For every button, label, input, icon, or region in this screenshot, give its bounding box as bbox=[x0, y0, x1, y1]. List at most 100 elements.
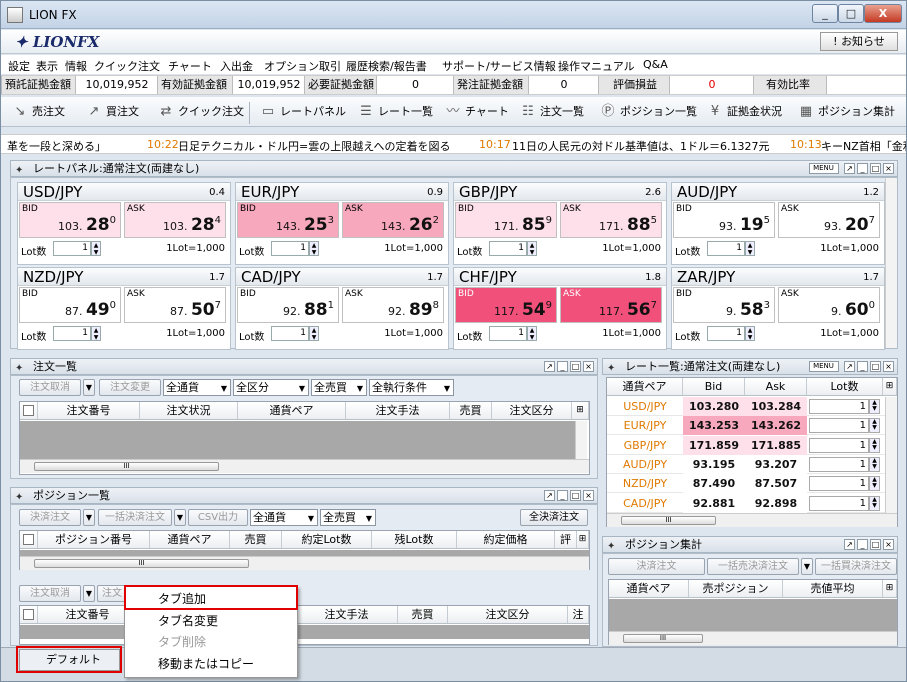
restore-icon[interactable]: □ bbox=[570, 490, 581, 501]
bid-button[interactable]: BID 92. 881 bbox=[237, 287, 339, 323]
summary-hscroll[interactable]: III bbox=[609, 631, 897, 645]
column-header[interactable]: 通貨ペア bbox=[238, 402, 346, 419]
rate-bid[interactable]: 92.881 bbox=[683, 493, 745, 513]
bid-button[interactable]: BID 117. 549 bbox=[455, 287, 557, 323]
lot-stepper[interactable]: ▲ ▼ bbox=[527, 326, 537, 341]
column-header[interactable]: 約定価格 bbox=[457, 531, 555, 548]
minimize-icon[interactable]: _ bbox=[857, 163, 868, 174]
menu-settings[interactable]: 設定 bbox=[8, 58, 30, 74]
column-header[interactable]: 売買 bbox=[398, 606, 448, 623]
ask-button[interactable]: ASK 103. 284 bbox=[124, 202, 226, 238]
category-filter[interactable]: 全区分 bbox=[233, 379, 309, 396]
scroll-thumb[interactable]: III bbox=[34, 559, 249, 568]
menu-manual[interactable]: 操作マニュアル bbox=[558, 58, 635, 74]
lot-input[interactable]: 1 bbox=[271, 241, 309, 256]
table-row[interactable]: CAD/JPY 92.881 92.898 1 ▲ ▼ bbox=[607, 493, 894, 513]
ask-button[interactable]: ASK 93. 207 bbox=[778, 202, 880, 238]
ask-button[interactable]: ASK 143. 262 bbox=[342, 202, 444, 238]
panel-menu-button[interactable]: MENU bbox=[808, 163, 839, 174]
rate-bid[interactable]: 143.253 bbox=[683, 416, 745, 436]
restore-icon[interactable]: □ bbox=[870, 163, 881, 174]
pin-icon[interactable]: ↗ bbox=[844, 361, 855, 372]
lot-stepper[interactable]: ▲ ▼ bbox=[869, 418, 880, 434]
bulk-sell-settle-dropdown[interactable]: ▼ bbox=[801, 558, 813, 575]
panel-menu-button[interactable]: MENU bbox=[808, 361, 839, 372]
restore-icon[interactable]: □ bbox=[870, 361, 881, 372]
lot-stepper[interactable]: ▲ ▼ bbox=[91, 326, 101, 341]
menu-quick-order[interactable]: クイック注文 bbox=[94, 58, 160, 74]
lot-stepper[interactable]: ▲ ▼ bbox=[869, 437, 880, 453]
currency-filter[interactable]: 全通貨 bbox=[163, 379, 231, 396]
sell-order-button[interactable]: ↘ 売注文 bbox=[11, 104, 65, 122]
select-all-checkbox[interactable] bbox=[23, 534, 34, 545]
lot-input[interactable]: 1 bbox=[489, 241, 527, 256]
column-header[interactable]: Bid bbox=[683, 378, 745, 395]
currency-filter[interactable]: 全通貨 bbox=[250, 509, 318, 526]
modify-order-button[interactable]: 注文変更 bbox=[99, 379, 161, 396]
select-all-checkbox[interactable] bbox=[23, 405, 34, 416]
restore-icon[interactable]: □ bbox=[870, 539, 881, 550]
menu-deposit[interactable]: 入出金 bbox=[220, 58, 253, 74]
settle-order-dropdown[interactable]: ▼ bbox=[83, 509, 95, 526]
bulk-settle-button[interactable]: 一括決済注文 bbox=[98, 509, 172, 526]
column-header[interactable]: 注 bbox=[568, 606, 589, 623]
chart-button[interactable]: 〰チャート bbox=[444, 104, 508, 122]
pin-icon[interactable]: ↗ bbox=[844, 163, 855, 174]
menu-option-trade[interactable]: オプション取引 bbox=[264, 58, 341, 74]
cancel-order-button[interactable]: 注文取消 bbox=[19, 585, 81, 602]
order-list-button[interactable]: ☷ 注文一覧 bbox=[519, 104, 584, 122]
column-header[interactable]: 注文手法 bbox=[296, 606, 398, 623]
cancel-order-dropdown[interactable]: ▼ bbox=[83, 585, 95, 602]
lot-stepper[interactable]: ▲ ▼ bbox=[309, 326, 319, 341]
close-icon[interactable]: × bbox=[583, 490, 594, 501]
rate-panel-scrollbar[interactable] bbox=[885, 178, 897, 348]
column-header[interactable]: 注文区分 bbox=[448, 606, 568, 623]
lot-input[interactable]: 1 bbox=[707, 241, 745, 256]
settle-order-button[interactable]: 決済注文 bbox=[19, 509, 81, 526]
bulk-buy-settle-button[interactable]: 一括買決済注文 bbox=[815, 558, 897, 575]
cancel-order-dropdown[interactable]: ▼ bbox=[83, 379, 95, 396]
pin-icon[interactable]: ↗ bbox=[544, 361, 555, 372]
lot-stepper[interactable]: ▲ ▼ bbox=[869, 399, 880, 414]
column-header[interactable]: 注文区分 bbox=[492, 402, 572, 419]
close-button[interactable]: X bbox=[864, 4, 902, 23]
table-row[interactable]: EUR/JPY 143.253 143.262 1 ▲ ▼ bbox=[607, 416, 894, 436]
lot-input[interactable]: 1 bbox=[53, 326, 91, 341]
lot-input[interactable]: 1 bbox=[809, 495, 869, 511]
rate-list-button[interactable]: ☰ レート一覧 bbox=[357, 104, 433, 122]
column-header[interactable]: 売買 bbox=[230, 531, 282, 548]
column-header[interactable]: 残Lot数 bbox=[372, 531, 457, 548]
column-header[interactable]: 注文番号 bbox=[38, 606, 138, 623]
quick-order-button[interactable]: ⇄ クイック注文 bbox=[157, 104, 244, 122]
lot-input[interactable]: 1 bbox=[809, 437, 869, 453]
column-settings-icon[interactable]: ⊞ bbox=[572, 402, 589, 419]
column-header[interactable]: 通貨ペア bbox=[150, 531, 230, 548]
table-row[interactable]: GBP/JPY 171.859 171.885 1 ▲ ▼ bbox=[607, 435, 894, 455]
lot-input[interactable]: 1 bbox=[53, 241, 91, 256]
close-icon[interactable]: × bbox=[883, 163, 894, 174]
rate-list-vscroll[interactable] bbox=[885, 397, 897, 513]
rate-ask[interactable]: 103.284 bbox=[745, 397, 807, 416]
table-row[interactable]: USD/JPY 103.280 103.284 1 ▲ ▼ bbox=[607, 397, 894, 416]
column-settings-icon[interactable]: ⊞ bbox=[883, 378, 897, 395]
bulk-sell-settle-button[interactable]: 一括売決済注文 bbox=[707, 558, 799, 575]
column-header[interactable]: 約定Lot数 bbox=[282, 531, 372, 548]
scroll-thumb[interactable]: III bbox=[621, 516, 716, 525]
column-settings-icon[interactable]: ⊞ bbox=[883, 580, 897, 597]
minimize-icon[interactable]: _ bbox=[557, 490, 568, 501]
margin-status-button[interactable]: ¥ 証拠金状況 bbox=[706, 104, 782, 122]
rate-list-hscroll[interactable]: III bbox=[607, 513, 897, 527]
minimize-button[interactable]: _ bbox=[812, 4, 838, 23]
column-header[interactable]: Lot数 bbox=[807, 378, 883, 395]
lot-input[interactable]: 1 bbox=[809, 418, 869, 434]
bulk-settle-dropdown[interactable]: ▼ bbox=[174, 509, 186, 526]
position-list-button[interactable]: Ⓟ ポジション一覧 bbox=[599, 104, 697, 122]
csv-export-button[interactable]: CSV出力 bbox=[188, 509, 248, 526]
bid-button[interactable]: BID 93. 195 bbox=[673, 202, 775, 238]
column-header[interactable]: Ask bbox=[745, 378, 807, 395]
column-header[interactable]: 評価 bbox=[555, 531, 577, 563]
menu-history[interactable]: 履歴検索/報告書 bbox=[346, 58, 427, 74]
lot-stepper[interactable]: ▲ ▼ bbox=[527, 241, 537, 256]
menu-chart[interactable]: チャート bbox=[168, 58, 212, 74]
lot-input[interactable]: 1 bbox=[809, 476, 869, 492]
